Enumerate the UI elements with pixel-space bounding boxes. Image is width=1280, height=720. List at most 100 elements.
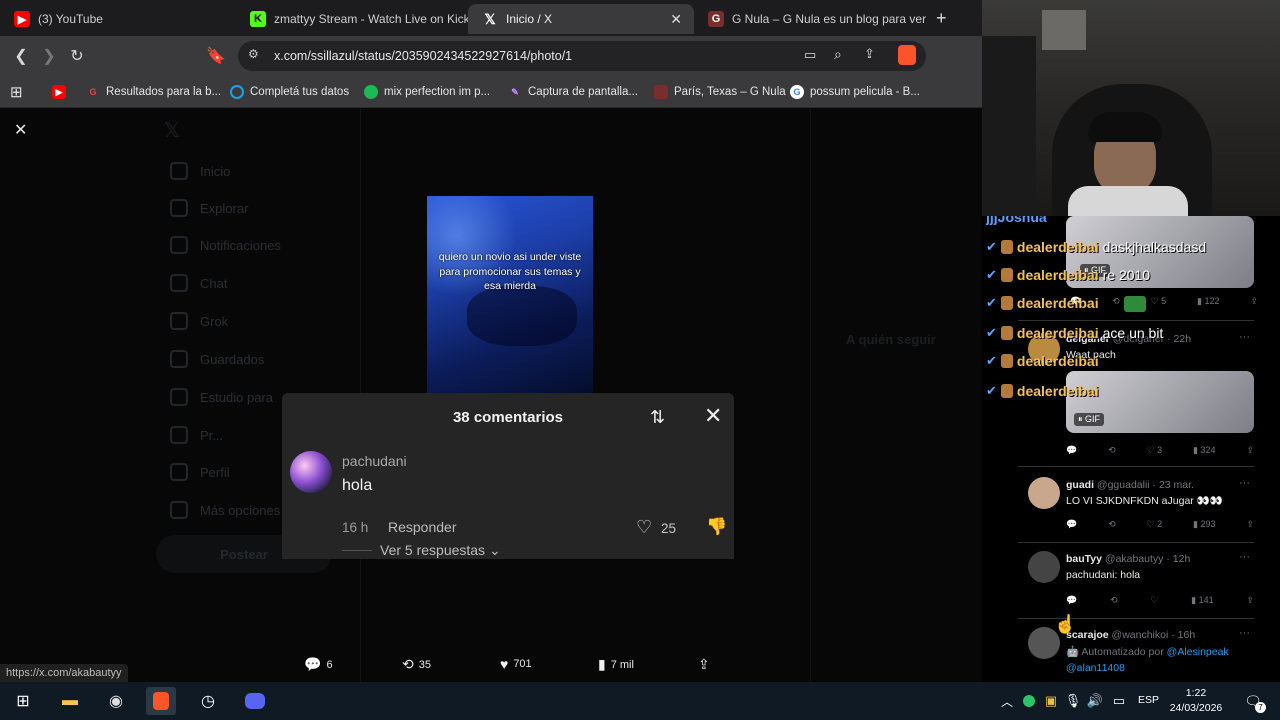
- tweet-author[interactable]: bauTyy @akabautyy · 12h: [1066, 553, 1190, 565]
- zoom-icon[interactable]: ⌕: [834, 46, 842, 63]
- more-icon[interactable]: ···: [1239, 551, 1250, 563]
- repost-icon[interactable]: ⟲: [1108, 519, 1116, 530]
- like-action[interactable]: ♡ 2: [1147, 519, 1163, 530]
- reply-icon[interactable]: 💬: [1066, 445, 1077, 456]
- reply-icon[interactable]: 💬: [1066, 519, 1077, 530]
- views-action[interactable]: ▮ 293: [1193, 519, 1216, 530]
- tab-gnula[interactable]: G G Nula – G Nula es un blog para ver: [694, 4, 930, 34]
- language-indicator[interactable]: ESP: [1138, 694, 1159, 706]
- tweet-author[interactable]: scarajoe @wanchikoi · 16h: [1066, 629, 1195, 641]
- sidebar-item-guardados[interactable]: Guardados: [170, 350, 264, 368]
- clock[interactable]: 1:22 24/03/2026: [1168, 686, 1224, 716]
- avatar[interactable]: [1028, 551, 1060, 583]
- sidebar-item-perfil[interactable]: Perfil: [170, 463, 230, 481]
- views-action[interactable]: ▮ 324: [1193, 445, 1216, 456]
- tab-x[interactable]: 𝕏 Inicio / X ✕: [468, 4, 694, 34]
- like-action[interactable]: ♡ 5: [1151, 296, 1167, 307]
- more-icon[interactable]: ···: [1239, 331, 1250, 343]
- tab-youtube[interactable]: ▶ (3) YouTube: [0, 4, 236, 34]
- webcam-overlay: [982, 0, 1280, 216]
- like-action[interactable]: ♡ 3: [1147, 445, 1163, 456]
- more-icon[interactable]: ···: [1239, 477, 1250, 489]
- close-viewer-icon[interactable]: ✕: [14, 120, 27, 140]
- dislike-icon[interactable]: 👎: [706, 517, 727, 537]
- heart-icon[interactable]: ♡: [1150, 595, 1158, 606]
- file-explorer-icon[interactable]: ▬: [55, 687, 85, 715]
- pen-icon: ✎: [511, 86, 519, 97]
- bookmark-captura[interactable]: ✎ Captura de pantalla...: [508, 83, 638, 101]
- views-stat[interactable]: ▮ 7 mil: [598, 656, 634, 673]
- sidebar-item-chat[interactable]: Chat: [170, 274, 227, 292]
- youtube-icon: ▶: [52, 85, 66, 99]
- share-icon[interactable]: ⇪: [1246, 595, 1254, 606]
- share-icon[interactable]: ⇪: [1250, 296, 1258, 307]
- mention-link[interactable]: @alan11408: [1066, 662, 1125, 674]
- bookmark-completa[interactable]: Completá tus datos: [230, 83, 349, 101]
- chart-bars-icon: ▮: [1191, 595, 1197, 605]
- reply-button[interactable]: Responder: [388, 519, 457, 535]
- avatar[interactable]: [1028, 477, 1060, 509]
- brave-taskbar-icon[interactable]: [146, 687, 176, 715]
- mention-link[interactable]: @Alesinpeak: [1167, 646, 1229, 658]
- share-icon[interactable]: ⇪: [1246, 519, 1254, 530]
- sidebar-item-notificaciones[interactable]: Notificaciones: [170, 236, 281, 254]
- avatar[interactable]: [290, 451, 332, 493]
- close-tab-icon[interactable]: ✕: [670, 11, 682, 28]
- forward-button[interactable]: ❯: [37, 44, 61, 68]
- tweet[interactable]: guadi @gguadalii · 23 mar. ··· LO VI SJK…: [1018, 466, 1254, 542]
- more-icon[interactable]: ···: [1239, 627, 1250, 639]
- like-count: 2: [1157, 519, 1163, 529]
- sidebar-item-grok[interactable]: Grok: [170, 312, 228, 330]
- bookmark-spotify[interactable]: mix perfection im p...: [364, 83, 490, 101]
- start-menu-icon[interactable]: ⊞: [8, 687, 38, 715]
- share-icon[interactable]: ⇪: [864, 46, 875, 62]
- address-bar[interactable]: ⚙ x.com/ssillazul/status/203590243452292…: [238, 41, 926, 71]
- chat-username: dealerdeibai: [1016, 325, 1099, 341]
- site-settings-icon[interactable]: ⚙: [248, 47, 259, 61]
- brave-shield-icon[interactable]: [898, 45, 916, 65]
- discord-icon[interactable]: [240, 687, 270, 715]
- apps-grid-icon[interactable]: ⊞: [10, 83, 23, 101]
- reply-stat[interactable]: 💬 6: [304, 656, 333, 673]
- tweet[interactable]: bauTyy @akabautyy · 12h ··· pachudani: h…: [1018, 542, 1254, 618]
- sidebar-item-explorar[interactable]: Explorar: [170, 199, 248, 217]
- clock-app-icon[interactable]: ◷: [193, 687, 223, 715]
- sidebar-label: Estudio para: [200, 389, 273, 405]
- sidebar-item-inicio[interactable]: Inicio: [170, 162, 230, 180]
- x-icon: [170, 426, 188, 444]
- tab-kick[interactable]: K zmattyy Stream - Watch Live on Kick: [236, 4, 468, 34]
- view-replies-button[interactable]: Ver 5 respuestas ⌄: [380, 542, 501, 559]
- repost-icon[interactable]: ⟲: [1108, 445, 1116, 456]
- new-tab-button[interactable]: +: [936, 8, 947, 29]
- reload-button[interactable]: ↻: [65, 44, 89, 68]
- bookmark-possum[interactable]: G possum pelicula - B...: [790, 83, 920, 101]
- repost-stat[interactable]: ⟲ 35: [402, 656, 431, 673]
- like-stat[interactable]: ♥ 701: [500, 656, 532, 672]
- repost-icon[interactable]: ⟲: [1112, 296, 1120, 307]
- notification-icon[interactable]: 🗨 7: [1238, 687, 1268, 715]
- sidebar-item-estudio[interactable]: Estudio para: [170, 388, 273, 406]
- post-photo[interactable]: quiero un novio asi under viste para pro…: [427, 196, 593, 394]
- bookmark-resultados[interactable]: G Resultados para la b...: [86, 83, 221, 101]
- sidebar-item-mas[interactable]: Más opciones: [170, 501, 280, 519]
- sort-icon[interactable]: ⇅: [650, 407, 665, 428]
- heart-icon[interactable]: ♡: [636, 517, 652, 538]
- sidebar-item-premium[interactable]: Pr...: [170, 426, 223, 444]
- back-button[interactable]: ❮: [9, 44, 33, 68]
- repost-icon[interactable]: ⟲: [1110, 595, 1118, 606]
- obs-icon[interactable]: ◉: [101, 687, 131, 715]
- network-icon[interactable]: ▭: [1104, 687, 1134, 715]
- bookmark-paris-texas[interactable]: París, Texas – G Nula: [654, 83, 786, 101]
- views-action[interactable]: ▮ 141: [1191, 595, 1214, 606]
- bookmark-youtube[interactable]: ▶: [52, 83, 72, 101]
- views-action[interactable]: ▮ 122: [1197, 296, 1220, 307]
- share-icon[interactable]: ⇪: [1246, 445, 1254, 456]
- close-comments-icon[interactable]: ✕: [704, 403, 722, 429]
- bookmark-icon[interactable]: 🔖: [204, 44, 228, 68]
- share-stat[interactable]: ⇪: [698, 656, 715, 673]
- repost-icon: ⟲: [402, 656, 414, 672]
- install-icon[interactable]: ▭: [804, 47, 816, 63]
- reply-icon[interactable]: 💬: [1066, 595, 1077, 606]
- tweet-author[interactable]: guadi @gguadalii · 23 mar.: [1066, 479, 1194, 491]
- comment-username[interactable]: pachudani: [342, 453, 407, 469]
